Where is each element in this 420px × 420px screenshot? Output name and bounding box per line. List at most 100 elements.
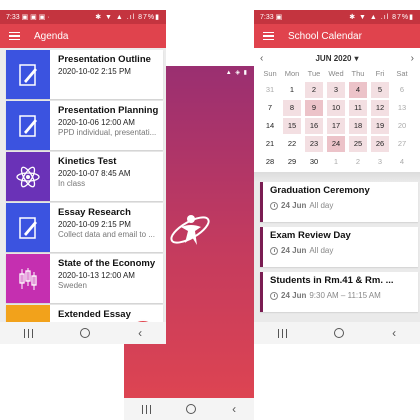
calendar-day[interactable]: 10 bbox=[327, 100, 345, 116]
calendar-day[interactable]: 4 bbox=[349, 82, 367, 98]
calendar-day[interactable]: 1 bbox=[327, 154, 345, 170]
calendar-day[interactable]: 18 bbox=[349, 118, 367, 134]
clock-icon bbox=[270, 201, 278, 210]
calendar-day[interactable]: 17 bbox=[327, 118, 345, 134]
status-bar: 7:33 ▣ ✱ ▼ ▲ .ıl 87%▮ bbox=[254, 10, 420, 24]
agenda-nav-bar: ‹ bbox=[0, 322, 166, 344]
agenda-item-title: Essay Research bbox=[58, 207, 131, 218]
weekday-label: Wed bbox=[328, 69, 344, 78]
calendar-day[interactable]: 11 bbox=[349, 100, 367, 116]
agenda-item-subtitle: Sweden bbox=[58, 281, 87, 290]
calendar-day[interactable]: 2 bbox=[349, 154, 367, 170]
calendar-day[interactable]: 21 bbox=[261, 136, 279, 152]
event-time: All day bbox=[309, 201, 334, 210]
calendar-day[interactable]: 27 bbox=[393, 136, 411, 152]
event-time: 9:30 AM – 11:15 AM bbox=[309, 291, 381, 300]
pencil-paper-icon bbox=[6, 50, 50, 99]
calendar-day[interactable]: 26 bbox=[371, 136, 389, 152]
calendar-day[interactable]: 23 bbox=[305, 136, 323, 152]
recent-apps-button[interactable] bbox=[23, 328, 33, 338]
agenda-item[interactable]: Presentation Planning 2020-10-06 12:00 A… bbox=[6, 101, 163, 150]
calendar-day[interactable]: 4 bbox=[393, 154, 411, 170]
status-bar: 7:33 ▣ ▣ ▣ · ✱ ▼ ▲ .ıl 87%▮ bbox=[0, 10, 166, 24]
agenda-item[interactable]: Kinetics Test 2020-10-07 8:45 AM In clas… bbox=[6, 152, 163, 201]
calendar-screen: 7:33 ▣ ✱ ▼ ▲ .ıl 87%▮ School Calendar ‹ … bbox=[254, 10, 420, 344]
agenda-item-date: 2020-10-07 8:45 AM bbox=[58, 169, 131, 178]
calendar-day[interactable]: 20 bbox=[393, 118, 411, 134]
back-button[interactable]: ‹ bbox=[232, 403, 236, 415]
agenda-item-subtitle: PPD individual, presentati... bbox=[58, 128, 157, 137]
status-system-icons: ✱ ▼ ▲ .ıl 87%▮ bbox=[349, 14, 414, 21]
calendar-day[interactable]: 6 bbox=[393, 82, 411, 98]
next-month-button[interactable]: › bbox=[411, 53, 414, 64]
agenda-item[interactable]: State of the Economy 2020-10-13 12:00 AM… bbox=[6, 254, 163, 303]
event-title: Exam Review Day bbox=[270, 230, 351, 241]
day-grid: 31 1 2 3 4 5 6 7 8 9 10 11 12 13 14 15 16 17 18 19 20 21 22 23 2… bbox=[254, 82, 420, 170]
calendar-day[interactable]: 1 bbox=[283, 82, 301, 98]
calendar-day[interactable]: 8 bbox=[283, 100, 301, 116]
agenda-item[interactable]: Presentation Outline 2020-10-02 2:15 PM bbox=[6, 50, 163, 99]
home-button[interactable] bbox=[186, 404, 197, 414]
month-selector[interactable]: JUN 2020 ▾ bbox=[315, 54, 358, 63]
calendar-day[interactable]: 28 bbox=[261, 154, 279, 170]
event-card[interactable]: Graduation Ceremony 24 Jun All day bbox=[260, 182, 418, 222]
calendar-day[interactable]: 5 bbox=[371, 82, 389, 98]
splash-nav-bar: ‹ bbox=[124, 398, 254, 420]
calendar-nav-bar: ‹ bbox=[254, 322, 420, 344]
status-system-icons: ✱ ▼ ▲ .ıl 87%▮ bbox=[95, 14, 160, 21]
event-date: 24 Jun bbox=[281, 246, 307, 255]
calendar-day[interactable]: 9 bbox=[305, 100, 323, 116]
calendar-day[interactable]: 16 bbox=[305, 118, 323, 134]
calendar-day[interactable]: 7 bbox=[261, 100, 279, 116]
pencil-paper-icon bbox=[6, 203, 50, 252]
event-title: Graduation Ceremony bbox=[270, 185, 370, 196]
calendar-day[interactable]: 30 bbox=[305, 154, 323, 170]
event-title: Students in Rm.41 & Rm. ... bbox=[270, 275, 394, 286]
agenda-item-date: 2020-10-09 2:15 PM bbox=[58, 220, 131, 229]
weekday-label: Sat bbox=[396, 69, 408, 78]
back-button[interactable]: ‹ bbox=[392, 327, 396, 339]
app-bar: School Calendar bbox=[254, 24, 420, 48]
menu-icon[interactable] bbox=[263, 30, 274, 43]
agenda-item[interactable]: Essay Research 2020-10-09 2:15 PM Collec… bbox=[6, 203, 163, 252]
recent-apps-button[interactable] bbox=[141, 404, 151, 414]
weekday-label: Mon bbox=[284, 69, 300, 78]
calendar-day[interactable]: 14 bbox=[261, 118, 279, 134]
back-button[interactable]: ‹ bbox=[138, 327, 142, 339]
calendar-day[interactable]: 12 bbox=[371, 100, 389, 116]
calendar-day[interactable]: 3 bbox=[371, 154, 389, 170]
app-bar: Agenda bbox=[0, 24, 166, 48]
prev-month-button[interactable]: ‹ bbox=[260, 53, 263, 64]
calendar-day[interactable]: 29 bbox=[283, 154, 301, 170]
screenshot-collage: ▲ ◈ ▮ ‹ 7:33 ▣ ▣ ▣ · ✱ ▼ ▲ .ıl 87%▮ Agen… bbox=[0, 0, 420, 420]
weekday-label: Fri bbox=[375, 69, 385, 78]
agenda-item-date: 2020-10-06 12:00 AM bbox=[58, 118, 135, 127]
page-title: School Calendar bbox=[288, 30, 362, 42]
event-card[interactable]: Students in Rm.41 & Rm. ... 24 Jun 9:30 A… bbox=[260, 272, 418, 312]
menu-icon[interactable] bbox=[9, 30, 20, 43]
atom-icon bbox=[6, 152, 50, 201]
calendar-day[interactable]: 19 bbox=[371, 118, 389, 134]
pencil-paper-icon bbox=[6, 101, 50, 150]
clock-icon bbox=[270, 246, 278, 255]
calendar-day[interactable]: 25 bbox=[349, 136, 367, 152]
agenda-list[interactable]: Presentation Outline 2020-10-02 2:15 PM … bbox=[0, 48, 166, 344]
recent-apps-button[interactable] bbox=[277, 328, 287, 338]
status-time: 7:33 bbox=[260, 14, 274, 21]
event-card[interactable]: Exam Review Day 24 Jun All day bbox=[260, 227, 418, 267]
weekday-label: Tue bbox=[307, 69, 321, 78]
calendar-day[interactable]: 31 bbox=[261, 82, 279, 98]
home-button[interactable] bbox=[334, 328, 345, 338]
agenda-item-date: 2020-10-13 12:00 AM bbox=[58, 271, 135, 280]
calendar-day[interactable]: 15 bbox=[283, 118, 301, 134]
calendar-day[interactable]: 2 bbox=[305, 82, 323, 98]
calendar-day[interactable]: 3 bbox=[327, 82, 345, 98]
agenda-item-title: Extended Essay bbox=[58, 309, 131, 320]
home-button[interactable] bbox=[80, 328, 91, 338]
agenda-item-date: 2020-10-02 2:15 PM bbox=[58, 67, 131, 76]
month-calendar: ‹ JUN 2020 ▾ › Sun Mon Tue Wed Thu Fri S… bbox=[254, 48, 420, 172]
agenda-screen: 7:33 ▣ ▣ ▣ · ✱ ▼ ▲ .ıl 87%▮ Agenda Prese… bbox=[0, 10, 166, 344]
calendar-day[interactable]: 24 bbox=[327, 136, 345, 152]
calendar-day[interactable]: 13 bbox=[393, 100, 411, 116]
calendar-day[interactable]: 22 bbox=[283, 136, 301, 152]
